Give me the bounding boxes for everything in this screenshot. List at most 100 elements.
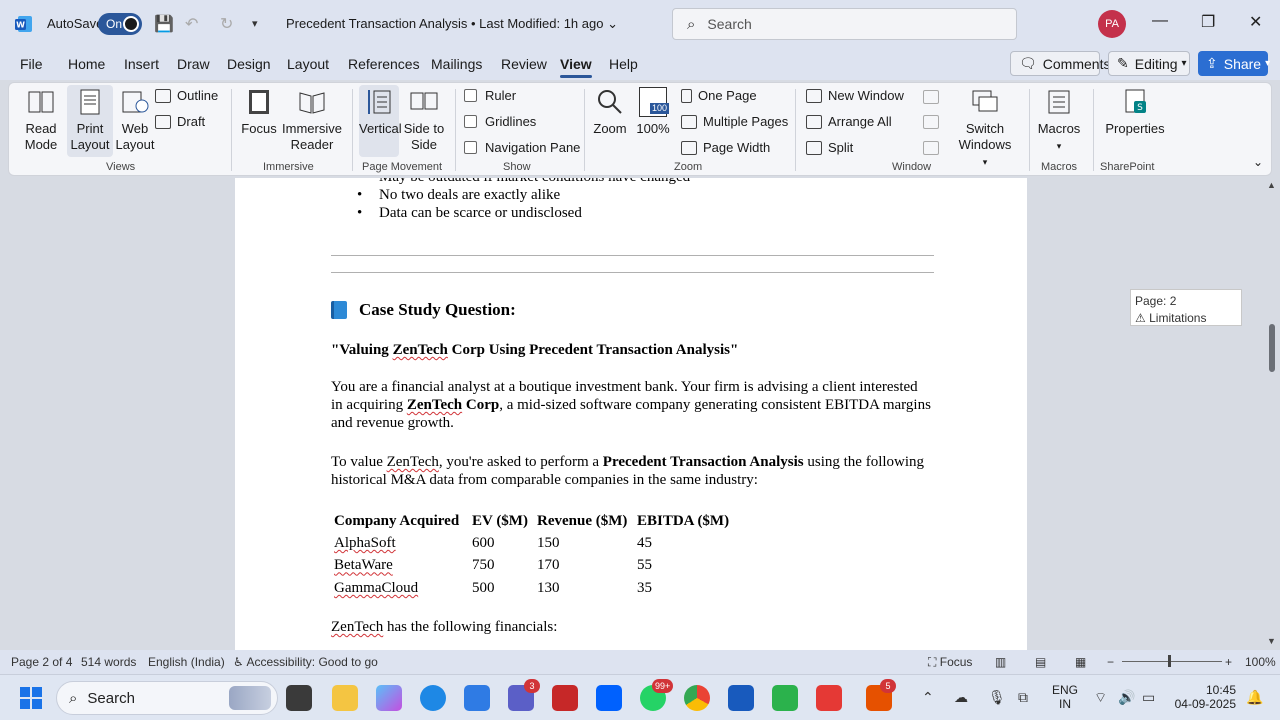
language-indicator[interactable]: English (India) bbox=[148, 655, 225, 669]
gridlines-checkbox[interactable]: Gridlines bbox=[464, 114, 536, 129]
navigation-pane-checkbox[interactable]: Navigation Pane bbox=[464, 140, 580, 155]
document-area: May be outdated if market conditions hav… bbox=[0, 178, 1264, 650]
restore-button[interactable]: ❐ bbox=[1201, 12, 1215, 32]
onedrive-icon[interactable]: ☁ bbox=[954, 689, 968, 706]
document-title[interactable]: Precedent Transaction Analysis • Last Mo… bbox=[286, 16, 618, 32]
zoom-100-icon: 100 bbox=[639, 87, 669, 117]
save-icon[interactable]: 💾 bbox=[154, 14, 174, 34]
zoom-in-icon[interactable]: + bbox=[1225, 655, 1232, 669]
scroll-down-icon[interactable]: ▼ bbox=[1267, 636, 1276, 646]
zoom-button[interactable]: Zoom bbox=[591, 87, 629, 137]
outline-button[interactable]: Outline bbox=[155, 88, 218, 103]
copilot-icon[interactable] bbox=[376, 685, 402, 711]
tab-draw[interactable]: Draw bbox=[177, 56, 210, 72]
scroll-up-icon[interactable]: ▲ bbox=[1267, 180, 1276, 190]
web-layout-button[interactable]: Web Layout bbox=[113, 87, 157, 153]
editing-button[interactable]: ✎ Editing ▾ bbox=[1108, 51, 1190, 76]
dropbox-icon[interactable] bbox=[596, 685, 622, 711]
search-input[interactable]: ⌕ Search bbox=[672, 8, 1017, 40]
immersive-reader-button[interactable]: Immersive Reader bbox=[281, 87, 343, 153]
tab-review[interactable]: Review bbox=[501, 56, 547, 72]
zoom-out-icon[interactable]: − bbox=[1107, 655, 1114, 669]
tab-view[interactable]: View bbox=[560, 56, 592, 78]
battery-icon[interactable]: ▭ bbox=[1142, 689, 1155, 706]
tab-references[interactable]: References bbox=[348, 56, 420, 72]
side-to-side-button[interactable]: Side to Side bbox=[401, 87, 447, 153]
word-app-icon[interactable] bbox=[728, 685, 754, 711]
zoom-slider[interactable] bbox=[1122, 661, 1222, 662]
reset-window-position-icon[interactable] bbox=[923, 141, 939, 155]
paragraph-financials: ZenTech has the following financials: bbox=[331, 619, 558, 635]
view-side-by-side-icon[interactable] bbox=[923, 90, 939, 104]
page-width-icon bbox=[681, 140, 697, 155]
collapse-ribbon-icon[interactable]: ⌄ bbox=[1253, 155, 1263, 169]
chevron-down-icon: ⌄ bbox=[607, 16, 618, 31]
zoom-level[interactable]: 100% bbox=[1245, 655, 1276, 669]
close-button[interactable]: ✕ bbox=[1249, 12, 1262, 32]
one-page-button[interactable]: One Page bbox=[681, 88, 757, 103]
spreadsheet-app-icon[interactable] bbox=[772, 685, 798, 711]
share-button[interactable]: ⇪ Share ▾ bbox=[1198, 51, 1270, 76]
properties-button[interactable]: S Properties bbox=[1097, 87, 1173, 137]
print-layout-button[interactable]: Print Layout bbox=[67, 85, 113, 157]
wifi-icon[interactable]: ⌔ bbox=[1094, 689, 1107, 707]
read-mode-button[interactable]: Read Mode bbox=[15, 87, 67, 153]
notification-center-icon[interactable]: 🔔 bbox=[1246, 689, 1263, 706]
scroll-thumb[interactable] bbox=[1269, 324, 1275, 372]
autosave-toggle[interactable]: On bbox=[98, 13, 142, 35]
redo-icon[interactable]: ↻ bbox=[220, 14, 233, 34]
microphone-icon[interactable]: 🎙 bbox=[988, 689, 1006, 706]
macros-button[interactable]: Macros ▾ bbox=[1037, 87, 1081, 154]
split-icon bbox=[806, 140, 822, 155]
taskbar-search[interactable]: ⌕ Search bbox=[56, 681, 278, 715]
new-window-button[interactable]: New Window bbox=[806, 88, 904, 103]
switch-windows-button[interactable]: Switch Windows ▾ bbox=[955, 87, 1015, 170]
multiple-pages-button[interactable]: Multiple Pages bbox=[681, 114, 788, 129]
windows-start-icon[interactable] bbox=[20, 687, 42, 709]
zoom-slider-thumb[interactable] bbox=[1168, 655, 1171, 667]
security-app-icon[interactable] bbox=[552, 685, 578, 711]
print-layout-view-icon[interactable]: ▤ bbox=[1035, 655, 1046, 669]
task-view-icon[interactable] bbox=[286, 685, 312, 711]
edge-browser-icon[interactable] bbox=[420, 685, 446, 711]
customize-qat-icon[interactable]: ▾ bbox=[252, 17, 258, 30]
tab-layout[interactable]: Layout bbox=[287, 56, 329, 72]
file-explorer-icon[interactable] bbox=[332, 685, 358, 711]
document-page[interactable]: May be outdated if market conditions hav… bbox=[235, 178, 1027, 650]
split-button[interactable]: Split bbox=[806, 140, 853, 155]
comments-button[interactable]: 🗨 Comments bbox=[1010, 51, 1110, 76]
pdf-app-icon[interactable] bbox=[816, 685, 842, 711]
avatar[interactable]: PA bbox=[1098, 10, 1126, 38]
page-count[interactable]: Page 2 of 4 bbox=[11, 655, 72, 669]
volume-icon[interactable]: 🔊 bbox=[1118, 689, 1135, 706]
microsoft-store-icon[interactable] bbox=[464, 685, 490, 711]
tab-design[interactable]: Design bbox=[227, 56, 271, 72]
zoom-100-button[interactable]: 100 100% bbox=[635, 87, 671, 137]
word-count[interactable]: 514 words bbox=[81, 655, 136, 669]
tab-help[interactable]: Help bbox=[609, 56, 638, 72]
screen-share-icon[interactable]: ⧉ bbox=[1018, 689, 1028, 706]
minimize-button[interactable]: — bbox=[1152, 12, 1168, 30]
divider bbox=[455, 89, 456, 171]
language-switcher[interactable]: ENG IN bbox=[1052, 683, 1078, 711]
synchronous-scrolling-icon[interactable] bbox=[923, 115, 939, 129]
chrome-icon[interactable] bbox=[684, 685, 710, 711]
web-layout-view-icon[interactable]: ▦ bbox=[1075, 655, 1086, 669]
accessibility-status[interactable]: ♿ Accessibility: Good to go bbox=[233, 655, 378, 669]
undo-icon[interactable]: ↶ bbox=[185, 14, 198, 34]
draft-button[interactable]: Draft bbox=[155, 114, 205, 129]
chevron-up-icon[interactable]: ⌃ bbox=[922, 689, 934, 706]
focus-mode-button[interactable]: ⛶ Focus bbox=[928, 655, 972, 670]
page-width-button[interactable]: Page Width bbox=[681, 140, 770, 155]
focus-button[interactable]: Focus bbox=[241, 87, 277, 137]
clock[interactable]: 10:45 04-09-2025 bbox=[1172, 683, 1236, 711]
tab-mailings[interactable]: Mailings bbox=[431, 56, 482, 72]
ruler-checkbox[interactable]: Ruler bbox=[464, 88, 516, 103]
read-mode-view-icon[interactable]: ▥ bbox=[995, 655, 1006, 669]
arrange-all-button[interactable]: Arrange All bbox=[806, 114, 892, 129]
vertical-button[interactable]: Vertical bbox=[359, 85, 402, 157]
tab-home[interactable]: Home bbox=[68, 56, 105, 72]
vertical-scrollbar[interactable]: ▲ ▼ bbox=[1264, 178, 1280, 650]
tab-file[interactable]: File bbox=[20, 56, 43, 72]
tab-insert[interactable]: Insert bbox=[124, 56, 159, 72]
